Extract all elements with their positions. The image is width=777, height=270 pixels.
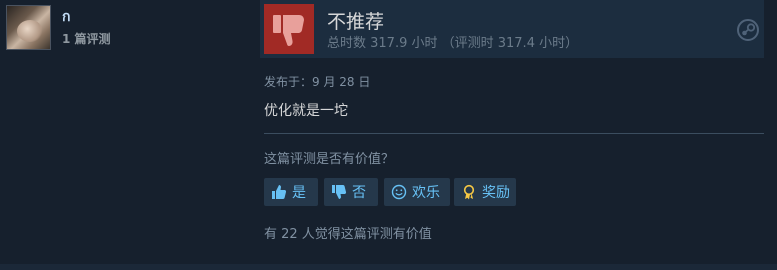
bottom-strip xyxy=(0,264,777,270)
award-ribbon-icon xyxy=(460,183,478,201)
review-text: 优化就是一坨 xyxy=(264,103,348,119)
steam-icon xyxy=(736,18,760,42)
vote-yes-label: 是 xyxy=(292,185,306,201)
vote-yes-button[interactable]: 是 xyxy=(264,178,318,206)
vote-funny-button[interactable]: 欢乐 xyxy=(384,178,450,206)
divider xyxy=(264,133,764,134)
posted-date: 发布于：9 月 28 日 xyxy=(264,75,371,89)
award-label: 奖励 xyxy=(482,185,510,201)
thumbs-up-icon xyxy=(270,183,288,201)
author-name[interactable]: ก xyxy=(62,6,70,28)
vote-header: 不推荐 总时数 317.9 小时 （评测时 317.4 小时） xyxy=(260,0,764,58)
author-review-count[interactable]: 1 篇评测 xyxy=(62,30,111,47)
helpful-question: 这篇评测是否有价值？ xyxy=(264,152,395,167)
avatar-image xyxy=(7,6,50,49)
author-avatar[interactable] xyxy=(6,5,51,50)
vote-funny-label: 欢乐 xyxy=(412,185,440,201)
award-button[interactable]: 奖励 xyxy=(454,178,516,206)
vote-no-label: 否 xyxy=(352,185,366,201)
smiley-icon xyxy=(390,183,408,201)
verdict-title[interactable]: 不推荐 xyxy=(327,7,384,34)
thumbs-down-icon xyxy=(330,183,348,201)
playtime-hours: 总时数 317.9 小时 （评测时 317.4 小时） xyxy=(327,36,579,51)
thumbs-down-icon xyxy=(264,4,314,54)
review-card: ก 1 篇评测 不推荐 总时数 317.9 小时 （评测时 317.4 小时） … xyxy=(0,0,777,264)
vote-no-button[interactable]: 否 xyxy=(324,178,378,206)
helpful-count: 有 22 人觉得这篇评测有价值 xyxy=(264,227,432,242)
